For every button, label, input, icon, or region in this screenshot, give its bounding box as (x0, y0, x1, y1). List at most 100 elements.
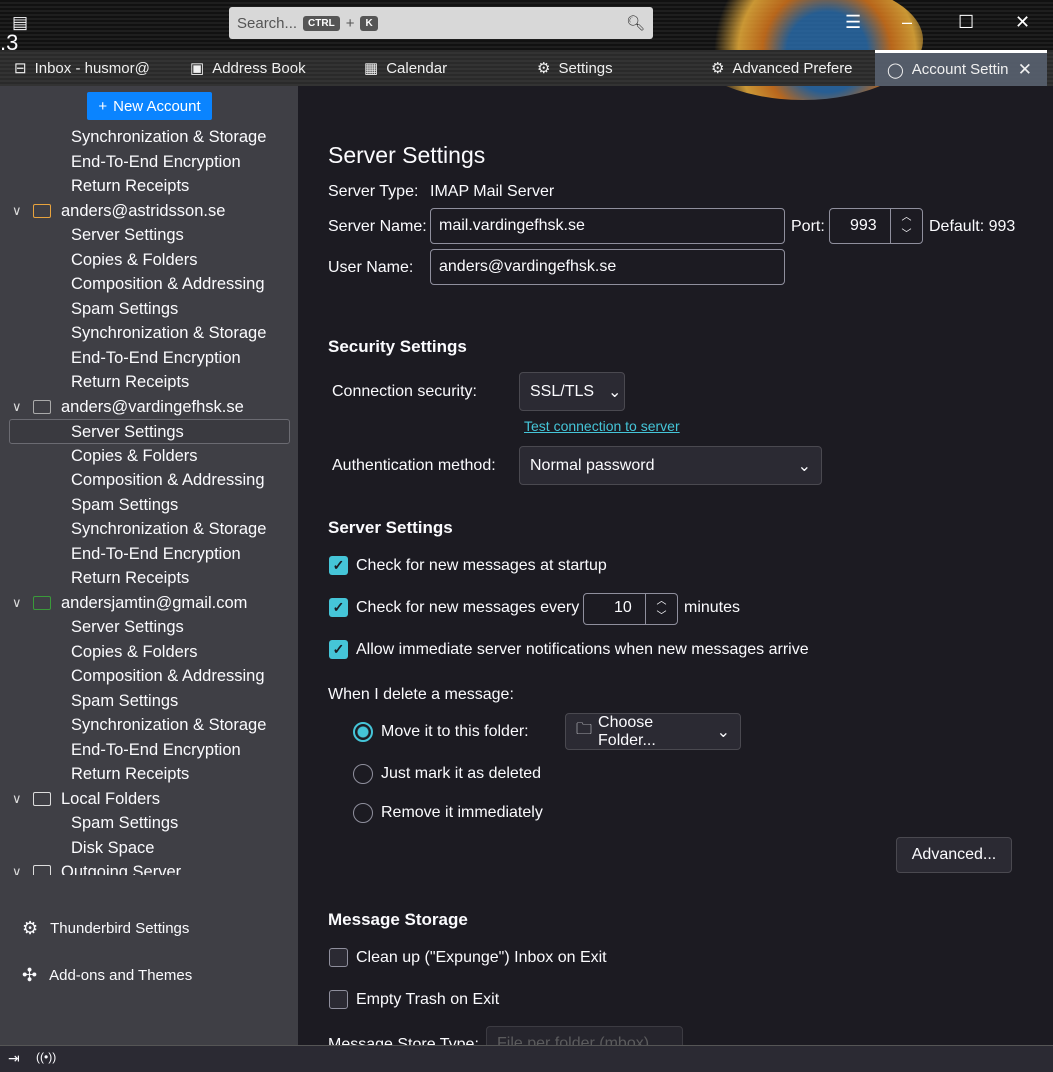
sidebar-item[interactable]: Spam Settings (0, 297, 298, 322)
title-bar: ▤ .3 Search... CTRL + K 🔍︎ ☰ – ☐ ✕ (0, 0, 1053, 100)
sidebar-account[interactable]: ∨ Outgoing Server (0, 860, 298, 875)
new-account-button[interactable]: + New Account (87, 92, 212, 120)
connection-security-select[interactable]: SSL/TLS ⌄ (519, 372, 625, 411)
allow-notifications-label: Allow immediate server notifications whe… (356, 641, 809, 658)
sidebar-item-label: Copies & Folders (71, 250, 198, 269)
default-port: Default: 993 (929, 218, 1016, 235)
sidebar-item[interactable]: Spam Settings (0, 689, 298, 714)
sidebar-item-label: Spam Settings (71, 691, 179, 710)
store-type-select[interactable]: File per folder (mbox) (486, 1026, 683, 1045)
server-type-value: IMAP Mail Server (430, 183, 555, 200)
minutes-label: minutes (684, 599, 741, 616)
maximize-icon[interactable]: ☐ (958, 12, 974, 33)
check-every-checkbox[interactable]: ✓ (329, 598, 348, 617)
sidebar-item[interactable]: Return Receipts (0, 762, 298, 787)
server-name-input[interactable]: mail.vardingefhsk.se (430, 208, 785, 244)
sidebar-item[interactable]: End-To-End Encryption (0, 542, 298, 567)
port-input[interactable]: 993 ︿ ﹀ (829, 208, 923, 244)
chevron-down-icon[interactable]: ∨ (12, 860, 22, 875)
expunge-checkbox[interactable] (329, 948, 348, 967)
thunderbird-settings-link[interactable]: ⚙ Thunderbird Settings (22, 918, 189, 939)
sidebar-item[interactable]: Composition & Addressing (0, 664, 298, 689)
sidebar-account[interactable]: ∨ Local Folders (0, 787, 298, 812)
addons-link[interactable]: ✣ Add-ons and Themes (22, 965, 192, 986)
chevron-down-icon[interactable]: ∨ (12, 787, 22, 812)
sidebar-item[interactable]: Synchronization & Storage (0, 713, 298, 738)
minutes-stepper[interactable]: ︿ ﹀ (645, 594, 677, 624)
chevron-down-icon[interactable]: ∨ (12, 591, 22, 616)
sidebar-item[interactable]: Server Settings (0, 223, 298, 248)
server-name-label: Server Name: (328, 218, 427, 235)
sidebar-item-label: Synchronization & Storage (71, 716, 267, 734)
tab-label: Inbox - husmor@ (34, 59, 150, 77)
sidebar-item[interactable]: Return Receipts (0, 174, 298, 199)
close-tab-icon[interactable]: ✕ (1018, 60, 1032, 80)
sidebar-item[interactable]: End-To-End Encryption (0, 346, 298, 371)
sidebar-item[interactable]: Disk Space (0, 836, 298, 861)
sidebar-item-label: End-To-End Encryption (71, 348, 241, 367)
mark-deleted-radio[interactable] (353, 764, 373, 784)
tab-advanced-preferences[interactable]: ⚙ Advanced Prefere (711, 50, 861, 86)
close-window-icon[interactable]: ✕ (1015, 12, 1030, 33)
sidebar-item-label: Composition & Addressing (71, 471, 265, 489)
sidebar-item[interactable]: Composition & Addressing (0, 468, 298, 493)
message-storage-heading: Message Storage (328, 910, 468, 929)
port-stepper[interactable]: ︿ ﹀ (890, 209, 922, 243)
tab-inbox[interactable]: ⊟ Inbox - husmor@ (14, 50, 164, 86)
online-status-icon[interactable]: ((•)) (36, 1050, 56, 1064)
sidebar-account[interactable]: ∨ anders@astridsson.se (0, 199, 298, 224)
auth-method-select[interactable]: Normal password ⌄ (519, 446, 822, 485)
sidebar-account[interactable]: ∨ andersjamtin@gmail.com (0, 591, 298, 616)
sidebar-item-selected[interactable]: Server Settings (9, 419, 290, 444)
address-book-icon: ▣ (190, 60, 205, 77)
sidebar-item[interactable]: Spam Settings (0, 493, 298, 518)
test-connection-link[interactable]: Test connection to server (524, 418, 680, 434)
empty-trash-checkbox[interactable] (329, 990, 348, 1009)
tab-address-book[interactable]: ▣ Address Book (190, 50, 306, 86)
user-name-input[interactable]: anders@vardingefhsk.se (430, 249, 785, 285)
sidebar-item-label: Local Folders (61, 789, 161, 808)
move-to-folder-radio[interactable] (353, 722, 373, 742)
sidebar-item[interactable]: Server Settings (0, 615, 298, 640)
sidebar-item[interactable]: Return Receipts (0, 566, 298, 591)
sidebar-item-label: anders@vardingefhsk.se (61, 397, 244, 416)
search-input[interactable]: Search... CTRL + K 🔍︎ (229, 7, 653, 39)
account-mail-icon (33, 791, 51, 806)
menu-icon[interactable]: ☰ (845, 12, 861, 33)
advanced-button[interactable]: Advanced... (896, 837, 1012, 873)
gear-icon: ⚙ (537, 60, 551, 77)
sidebar-item[interactable]: Composition & Addressing (0, 272, 298, 297)
collapse-sidebar-icon[interactable]: ⇥ (8, 1050, 20, 1067)
tab-settings[interactable]: ⚙ Settings (537, 50, 613, 86)
sidebar-item[interactable]: Synchronization & Storage (0, 321, 298, 346)
check-minutes-input[interactable]: 10 ︿ ﹀ (583, 593, 678, 625)
account-tree[interactable]: Synchronization & Storage End-To-End Encr… (0, 125, 298, 875)
sidebar-item[interactable]: Copies & Folders (0, 444, 298, 469)
search-placeholder: Search... (237, 14, 298, 32)
account-mail-icon (33, 399, 51, 414)
chevron-down-icon[interactable]: ∨ (12, 395, 22, 420)
minimize-icon[interactable]: – (902, 12, 912, 33)
choose-folder-label: Choose Folder... (598, 713, 656, 749)
tab-account-settings[interactable]: ◯ Account Settin ✕ (875, 50, 1047, 86)
auth-method-value: Normal password (530, 456, 655, 474)
sidebar-item-label: Synchronization & Storage (71, 324, 267, 342)
sidebar-item[interactable]: End-To-End Encryption (0, 150, 298, 175)
sidebar-item[interactable]: Copies & Folders (0, 640, 298, 665)
sidebar-item[interactable]: Copies & Folders (0, 248, 298, 273)
sidebar-item[interactable]: Synchronization & Storage (0, 517, 298, 542)
sidebar-account[interactable]: ∨ anders@vardingefhsk.se (0, 395, 298, 420)
puzzle-icon: ✣ (22, 965, 38, 985)
sidebar-item[interactable]: Spam Settings (0, 811, 298, 836)
allow-notifications-checkbox[interactable]: ✓ (329, 640, 348, 659)
choose-folder-button[interactable]: 🗀 Choose Folder... ⌄ (565, 713, 741, 750)
sidebar-item[interactable]: End-To-End Encryption (0, 738, 298, 763)
check-startup-checkbox[interactable]: ✓ (329, 556, 348, 575)
sidebar-item[interactable]: Synchronization & Storage (0, 125, 298, 150)
check-every-label: Check for new messages every (356, 599, 580, 616)
chevron-down-icon[interactable]: ∨ (12, 199, 22, 224)
tab-calendar[interactable]: ▦ Calendar (364, 50, 447, 86)
sidebar-item[interactable]: Return Receipts (0, 370, 298, 395)
remove-immediately-radio[interactable] (353, 803, 373, 823)
expunge-label: Clean up ("Expunge") Inbox on Exit (356, 949, 607, 966)
